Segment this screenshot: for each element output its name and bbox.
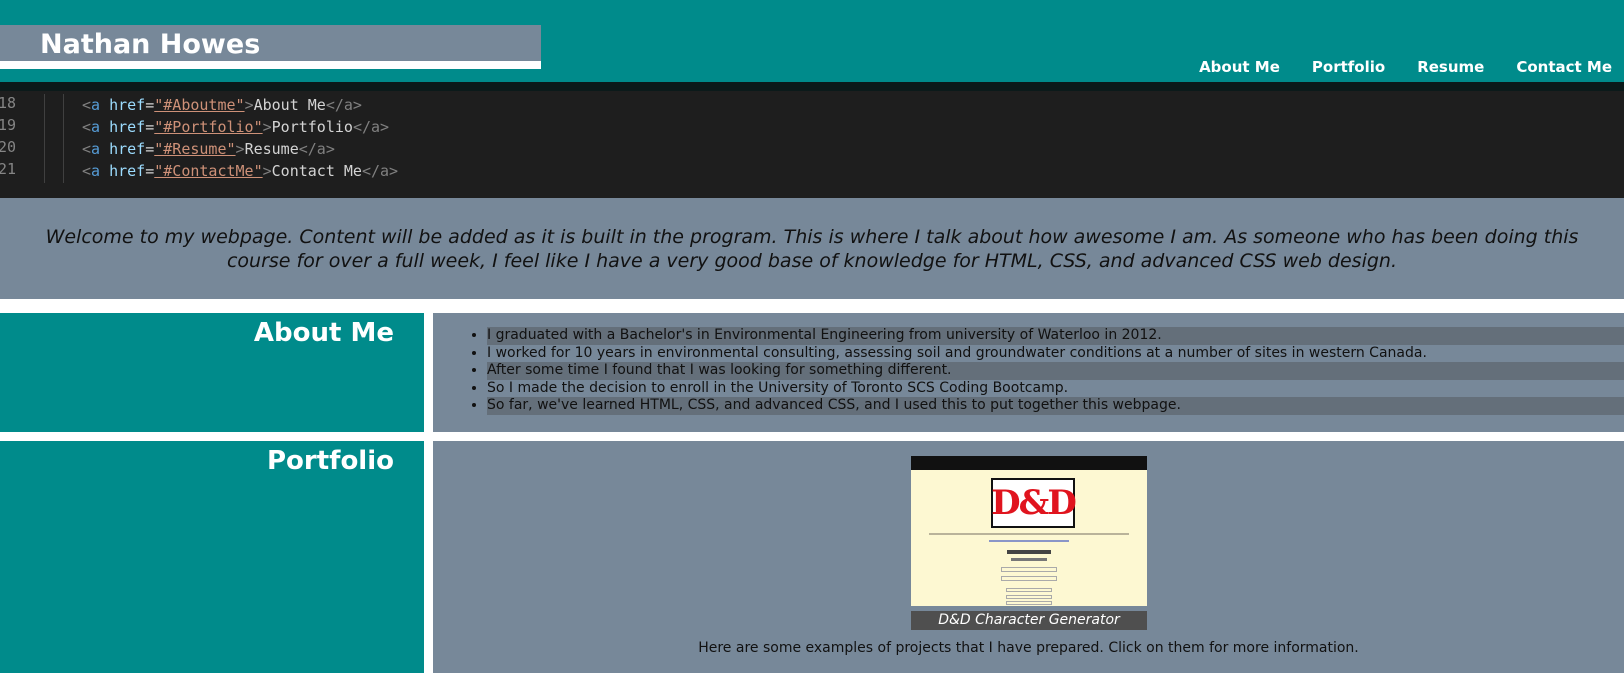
portfolio-content: D&D 5e CHARACTER GENERATOR D&D D&D Chara… [433,441,1624,673]
project-card[interactable]: D&D 5e CHARACTER GENERATOR D&D D&D Chara… [911,456,1147,630]
thumbnail-form-row [911,595,1147,600]
site-title: Nathan Howes [40,29,261,60]
portfolio-heading: Portfolio [266,446,394,476]
about-heading: About Me [253,318,394,348]
thumbnail-form-row [911,601,1147,606]
line-number: 20 [0,138,16,156]
indent-guide [63,116,64,139]
list-item: I worked for 10 years in environmental c… [487,345,1624,363]
nav-resume[interactable]: Resume [1417,58,1484,76]
thumbnail-text-line [911,550,1147,554]
indent-guide [63,138,64,161]
list-item: I graduated with a Bachelor's in Environ… [487,327,1624,345]
list-item: After some time I found that I was looki… [487,362,1624,380]
project-thumbnail[interactable]: D&D 5e CHARACTER GENERATOR D&D [911,456,1147,606]
name-banner: Nathan Howes [0,25,541,69]
site-header: Nathan Howes About Me Portfolio Resume C… [0,0,1624,82]
indent-guide [63,160,64,183]
line-number: 18 [0,94,16,112]
welcome-banner: Welcome to my webpage. Content will be a… [0,198,1624,306]
project-caption[interactable]: D&D Character Generator [911,611,1147,630]
thumbnail-text-line [911,540,1147,543]
indent-guide [63,94,64,117]
nav-about-me[interactable]: About Me [1199,58,1280,76]
main-nav: About Me Portfolio Resume Contact Me [1199,58,1612,76]
code-line: 20 <a href="#Resume">Resume</a> [0,138,1624,161]
thumbnail-title: D&D 5e CHARACTER GENERATOR [946,457,1112,467]
portfolio-description: Here are some examples of projects that … [698,640,1359,656]
thumbnail-text-line [911,533,1147,536]
line-number: 19 [0,116,16,134]
dnd-logo: D&D [991,478,1077,528]
welcome-text: Welcome to my webpage. Content will be a… [45,225,1579,272]
code-text: <a href="#ContactMe">Contact Me</a> [82,162,399,180]
code-text: <a href="#Aboutme">About Me</a> [82,96,362,114]
hero-code-image: 18 <a href="#Aboutme">About Me</a> 19 <a… [0,82,1624,198]
nav-contact-me[interactable]: Contact Me [1516,58,1612,76]
code-line: 19 <a href="#Portfolio">Portfolio</a> [0,116,1624,139]
thumbnail-form-row [911,576,1147,582]
indent-guide [44,94,45,117]
about-heading-panel: About Me [0,313,424,432]
code-line: 18 <a href="#Aboutme">About Me</a> [0,94,1624,117]
indent-guide [44,160,45,183]
thumbnail-form-row [911,567,1147,573]
code-text: <a href="#Resume">Resume</a> [82,140,335,158]
thumbnail-text-line [911,558,1147,561]
thumbnail-form-row [911,588,1147,593]
about-list: I graduated with a Bachelor's in Environ… [470,327,1624,415]
code-text: <a href="#Portfolio">Portfolio</a> [82,118,390,136]
list-item: So far, we've learned HTML, CSS, and adv… [487,397,1624,415]
about-content: I graduated with a Bachelor's in Environ… [433,313,1624,432]
nav-portfolio[interactable]: Portfolio [1312,58,1385,76]
list-item: So I made the decision to enroll in the … [487,380,1624,398]
indent-guide [44,138,45,161]
indent-guide [44,116,45,139]
portfolio-heading-panel: Portfolio [0,441,424,673]
line-number: 21 [0,160,16,178]
code-line: 21 <a href="#ContactMe">Contact Me</a> [0,160,1624,183]
